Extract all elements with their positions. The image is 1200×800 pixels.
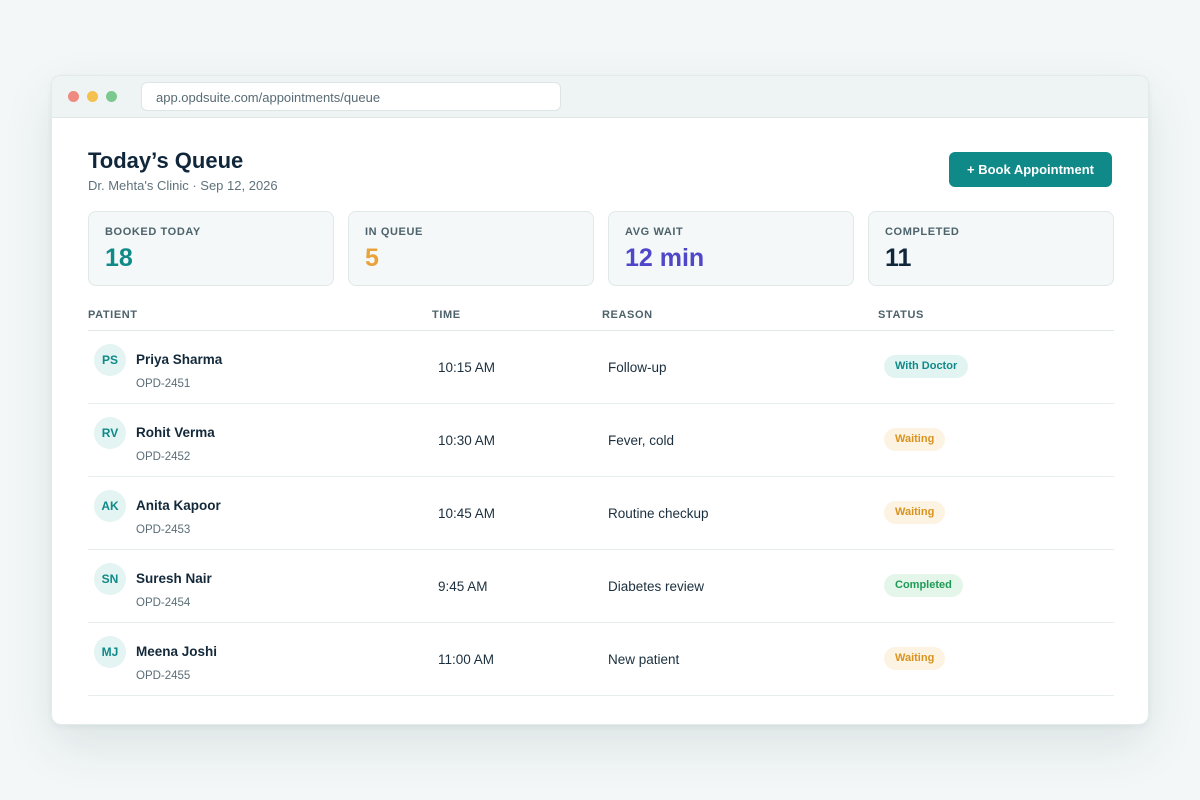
patient-id: OPD-2452 (136, 451, 191, 463)
patient-id: OPD-2451 (136, 378, 191, 390)
appointment-reason: Fever, cold (608, 433, 675, 448)
queue-table: PATIENT TIME REASON STATUS PS Priya Shar… (88, 302, 1114, 696)
stat-label: IN QUEUE (365, 226, 423, 238)
page-title: Today’s Queue (88, 148, 244, 173)
table-row[interactable]: PS Priya Sharma OPD-2451 10:15 AM Follow… (88, 331, 1114, 404)
stat-label: BOOKED TODAY (105, 226, 201, 238)
stat-card-in-queue: IN QUEUE 5 (348, 211, 594, 286)
address-bar[interactable]: app.opdsuite.com/appointments/queue (141, 82, 561, 111)
close-window-dot[interactable] (68, 91, 79, 102)
patient-name[interactable]: Anita Kapoor (136, 498, 221, 513)
status-badge: Waiting (884, 501, 946, 524)
appointment-time: 10:45 AM (438, 506, 496, 521)
avatar: MJ (94, 636, 126, 668)
appointment-time: 10:30 AM (438, 433, 496, 448)
status-badge: With Doctor (884, 355, 969, 378)
minimize-window-dot[interactable] (87, 91, 98, 102)
stat-value: 12 min (625, 244, 705, 272)
table-row[interactable]: SN Suresh Nair OPD-2454 9:45 AM Diabetes… (88, 550, 1114, 623)
browser-window: app.opdsuite.com/appointments/queue Toda… (51, 75, 1149, 725)
stat-value: 5 (365, 244, 379, 272)
page-content: Today’s Queue Dr. Mehta's Clinic · Sep 1… (88, 118, 1114, 724)
maximize-window-dot[interactable] (106, 91, 117, 102)
stat-label: AVG WAIT (625, 226, 684, 238)
stat-card-booked-today: BOOKED TODAY 18 (88, 211, 334, 286)
appointment-reason: New patient (608, 652, 680, 667)
avatar: RV (94, 417, 126, 449)
stat-card-completed: COMPLETED 11 (868, 211, 1114, 286)
column-header-patient[interactable]: PATIENT (88, 309, 138, 321)
table-row[interactable]: MJ Meena Joshi OPD-2455 11:00 AM New pat… (88, 623, 1114, 696)
patient-name[interactable]: Suresh Nair (136, 571, 212, 586)
column-header-time[interactable]: TIME (432, 309, 461, 321)
patient-id: OPD-2455 (136, 670, 191, 682)
stat-card-avg-wait: AVG WAIT 12 min (608, 211, 854, 286)
appointment-reason: Routine checkup (608, 506, 709, 521)
stat-value: 11 (885, 244, 912, 272)
stat-label: COMPLETED (885, 226, 960, 238)
appointment-time: 10:15 AM (438, 360, 496, 375)
appointment-time: 9:45 AM (438, 579, 488, 594)
appointment-reason: Follow-up (608, 360, 667, 375)
patient-name[interactable]: Priya Sharma (136, 352, 222, 367)
avatar: AK (94, 490, 126, 522)
patient-id: OPD-2454 (136, 597, 191, 609)
table-row[interactable]: AK Anita Kapoor OPD-2453 10:45 AM Routin… (88, 477, 1114, 550)
table-row[interactable]: RV Rohit Verma OPD-2452 10:30 AM Fever, … (88, 404, 1114, 477)
avatar: SN (94, 563, 126, 595)
patient-id: OPD-2453 (136, 524, 191, 536)
avatar: PS (94, 344, 126, 376)
browser-titlebar: app.opdsuite.com/appointments/queue (52, 76, 1148, 118)
page-subtitle: Dr. Mehta's Clinic · Sep 12, 2026 (88, 178, 278, 193)
appointment-reason: Diabetes review (608, 579, 705, 594)
stats-row: BOOKED TODAY 18 IN QUEUE 5 AVG WAIT 12 m… (88, 211, 1114, 286)
stat-value: 18 (105, 244, 133, 272)
patient-name[interactable]: Rohit Verma (136, 425, 215, 440)
appointment-time: 11:00 AM (438, 652, 495, 667)
patient-name[interactable]: Meena Joshi (136, 644, 217, 659)
table-header: PATIENT TIME REASON STATUS (88, 302, 1114, 331)
status-badge: Completed (884, 574, 963, 597)
column-header-reason[interactable]: REASON (602, 309, 653, 321)
book-appointment-button[interactable]: + Book Appointment (949, 152, 1112, 187)
status-badge: Waiting (884, 428, 946, 451)
status-badge: Waiting (884, 647, 946, 670)
column-header-status[interactable]: STATUS (878, 309, 924, 321)
